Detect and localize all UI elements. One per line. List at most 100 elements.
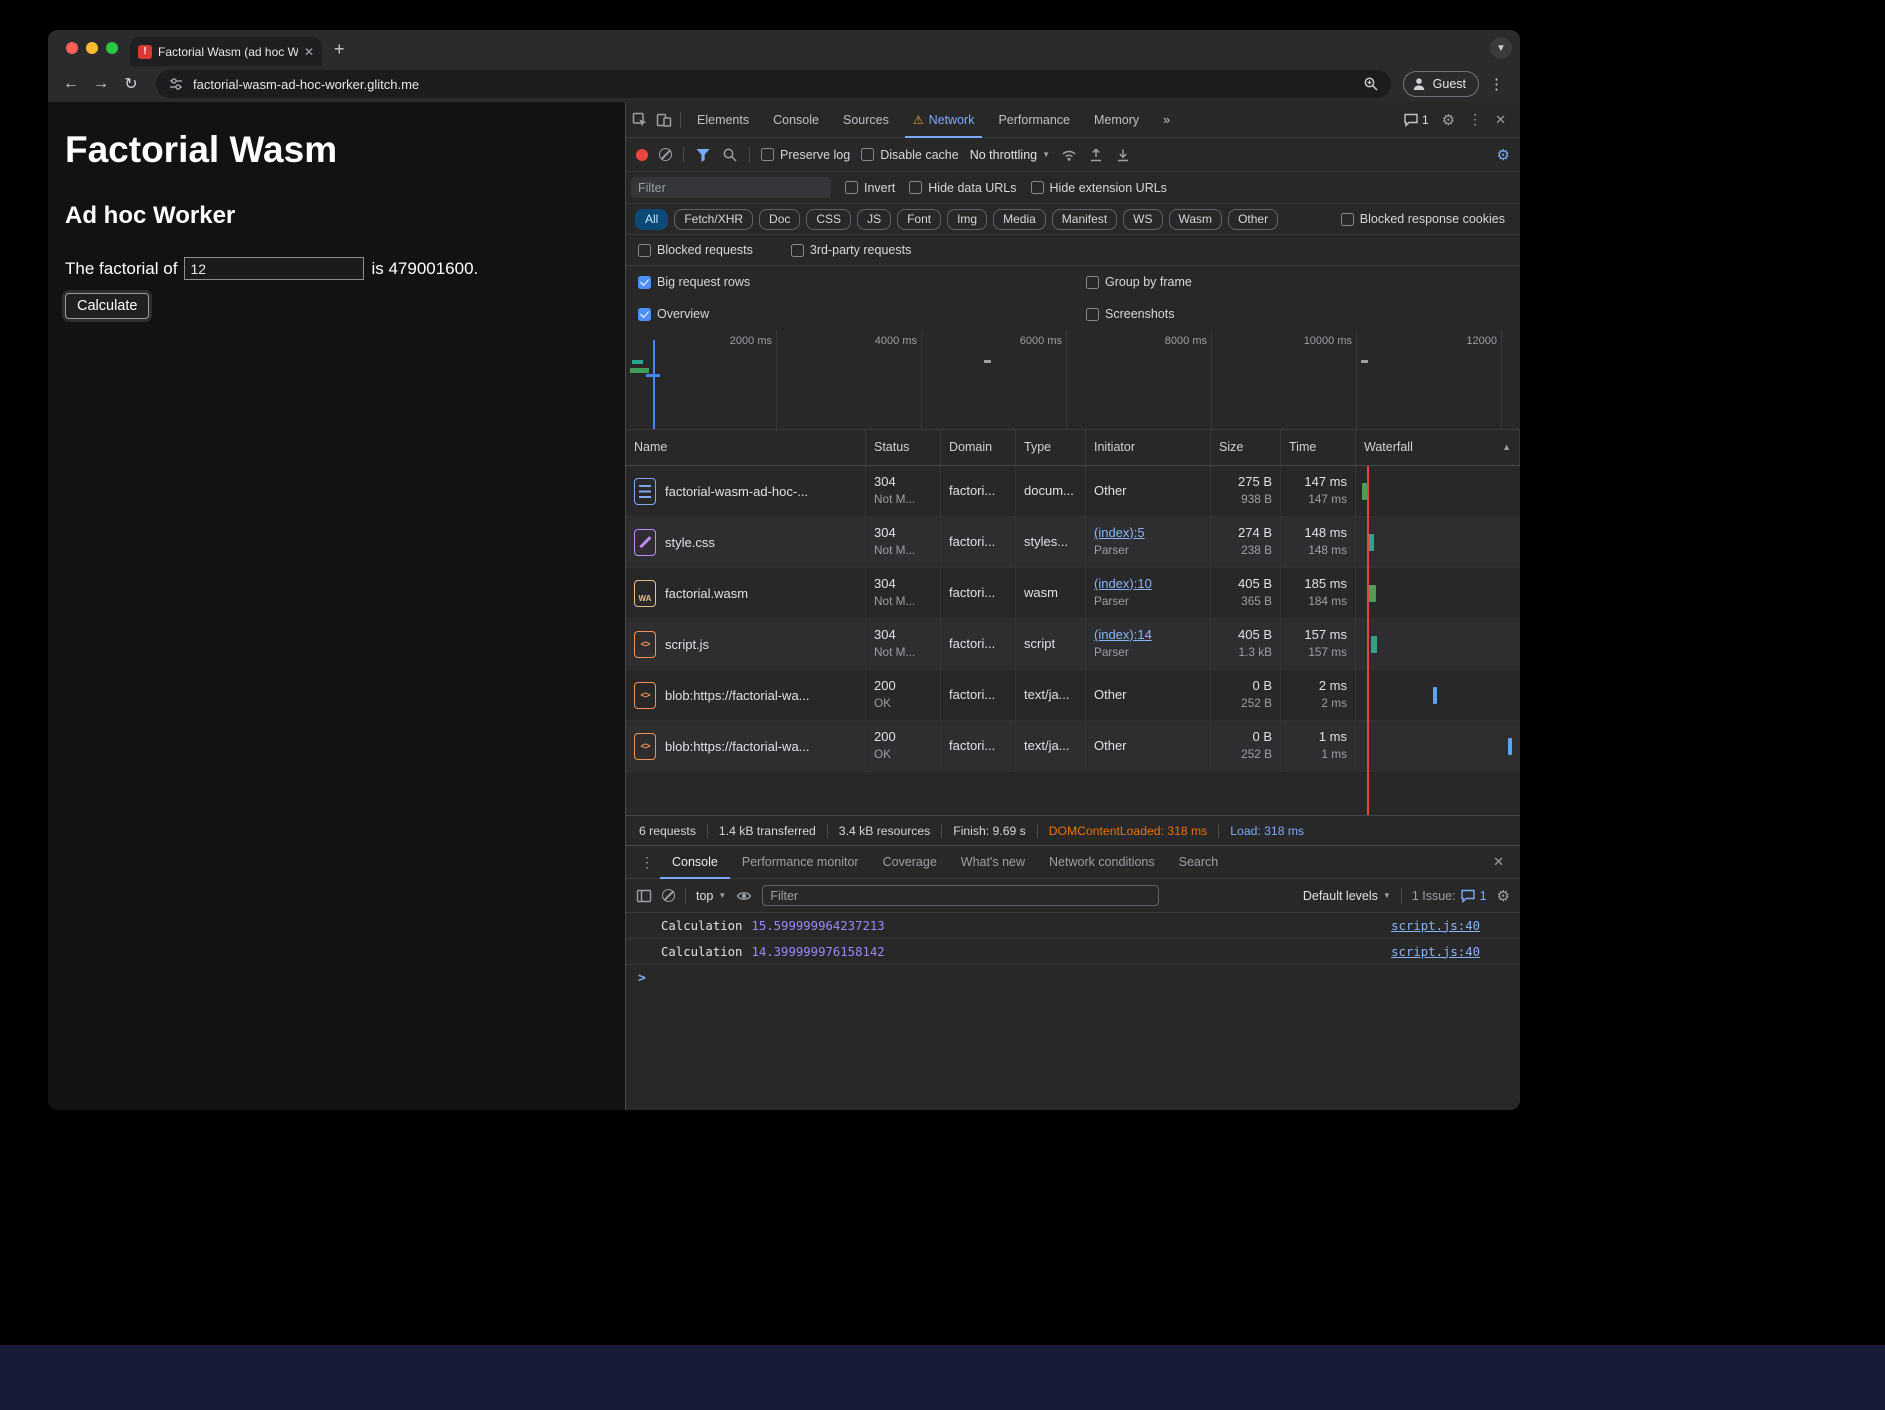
column-header-waterfall[interactable]: Waterfall ▲ — [1356, 430, 1520, 465]
factorial-input[interactable] — [184, 257, 364, 280]
device-toolbar-icon[interactable] — [656, 112, 672, 128]
network-overview-timeline[interactable]: 2000 ms 4000 ms 6000 ms 8000 ms 10000 ms… — [626, 330, 1520, 430]
network-filter-input[interactable] — [631, 177, 831, 198]
tab-memory[interactable]: Memory — [1086, 102, 1147, 138]
chip-manifest[interactable]: Manifest — [1052, 209, 1117, 230]
console-message[interactable]: Calculation 15.599999964237213 script.js… — [626, 913, 1520, 939]
group-by-frame-checkbox[interactable]: Group by frame — [1086, 275, 1192, 289]
zoom-window-button[interactable] — [106, 42, 118, 54]
message-source-link[interactable]: script.js:40 — [1391, 945, 1480, 959]
message-source-link[interactable]: script.js:40 — [1391, 919, 1480, 933]
column-header-domain[interactable]: Domain — [941, 430, 1016, 465]
back-button[interactable]: ← — [58, 71, 84, 97]
console-message[interactable]: Calculation 14.399999976158142 script.js… — [626, 939, 1520, 965]
hide-data-urls-checkbox[interactable]: Hide data URLs — [909, 181, 1016, 195]
initiator-link[interactable]: (index):10 — [1094, 576, 1202, 591]
third-party-requests-checkbox[interactable]: 3rd-party requests — [791, 243, 911, 257]
address-bar[interactable]: factorial-wasm-ad-hoc-worker.glitch.me — [156, 70, 1391, 98]
column-header-status[interactable]: Status — [866, 430, 941, 465]
tab-console[interactable]: Console — [765, 102, 827, 138]
calculate-button[interactable]: Calculate — [65, 293, 149, 319]
column-header-name[interactable]: Name — [626, 430, 866, 465]
network-conditions-icon[interactable] — [1061, 147, 1077, 163]
initiator-link[interactable]: (index):5 — [1094, 525, 1202, 540]
devtools-menu-icon[interactable]: ⋮ — [1468, 111, 1482, 128]
blocked-requests-checkbox[interactable]: Blocked requests — [638, 243, 753, 257]
initiator-link[interactable]: (index):14 — [1094, 627, 1202, 642]
invert-checkbox[interactable]: Invert — [845, 181, 895, 195]
clear-console-icon[interactable] — [662, 889, 675, 902]
chip-media[interactable]: Media — [993, 209, 1046, 230]
table-row[interactable]: <> script.js 304Not M... factori... scri… — [626, 619, 1520, 670]
close-drawer-icon[interactable]: ✕ — [1493, 854, 1512, 870]
new-tab-button[interactable]: + — [334, 39, 345, 60]
site-settings-icon[interactable] — [168, 76, 184, 92]
zoom-magnifier-icon[interactable] — [1363, 76, 1379, 92]
tab-search-chevron-icon[interactable]: ▼ — [1490, 37, 1512, 59]
table-row[interactable]: <> blob:https://factorial-wa... 200OK fa… — [626, 670, 1520, 721]
record-network-log-button[interactable] — [636, 149, 648, 161]
column-header-initiator[interactable]: Initiator — [1086, 430, 1211, 465]
chip-css[interactable]: CSS — [806, 209, 851, 230]
drawer-tab-console[interactable]: Console — [660, 845, 730, 879]
column-header-size[interactable]: Size — [1211, 430, 1281, 465]
browser-tab[interactable]: ! Factorial Wasm (ad hoc Worl ✕ — [130, 37, 322, 66]
chip-fetch-xhr[interactable]: Fetch/XHR — [674, 209, 753, 230]
drawer-tab-whats-new[interactable]: What's new — [949, 845, 1037, 879]
tab-sources[interactable]: Sources — [835, 102, 897, 138]
hide-extension-urls-checkbox[interactable]: Hide extension URLs — [1031, 181, 1167, 195]
close-devtools-icon[interactable]: ✕ — [1495, 112, 1506, 128]
minimize-window-button[interactable] — [86, 42, 98, 54]
preserve-log-checkbox[interactable]: Preserve log — [761, 148, 850, 162]
console-sidebar-icon[interactable] — [636, 888, 652, 904]
chip-wasm[interactable]: Wasm — [1169, 209, 1223, 230]
export-har-icon[interactable] — [1115, 147, 1131, 163]
table-row[interactable]: factorial-wasm-ad-hoc-... 304Not M... fa… — [626, 466, 1520, 517]
chip-all[interactable]: All — [635, 209, 668, 230]
execution-context-dropdown[interactable]: top ▼ — [696, 889, 726, 903]
drawer-menu-icon[interactable]: ⋮ — [634, 854, 660, 871]
clear-network-log-icon[interactable] — [659, 148, 672, 161]
import-har-icon[interactable] — [1088, 147, 1104, 163]
big-request-rows-checkbox[interactable]: Big request rows — [638, 275, 750, 289]
table-row[interactable]: <> blob:https://factorial-wa... 200OK fa… — [626, 721, 1520, 772]
close-window-button[interactable] — [66, 42, 78, 54]
eye-icon[interactable] — [736, 888, 752, 904]
chip-js[interactable]: JS — [857, 209, 891, 230]
overview-checkbox[interactable]: Overview — [638, 307, 709, 321]
issues-counter[interactable]: 1 Issue: 1 — [1412, 888, 1487, 904]
search-icon[interactable] — [722, 147, 738, 163]
forward-button[interactable]: → — [88, 71, 114, 97]
table-row[interactable]: style.css 304Not M... factori... styles.… — [626, 517, 1520, 568]
reload-button[interactable]: ↻ — [118, 71, 144, 97]
settings-gear-icon[interactable]: ⚙ — [1442, 111, 1455, 129]
chip-doc[interactable]: Doc — [759, 209, 800, 230]
log-levels-dropdown[interactable]: Default levels ▼ — [1303, 889, 1391, 903]
blocked-response-cookies-checkbox[interactable]: Blocked response cookies — [1341, 212, 1511, 226]
console-filter-input[interactable] — [762, 885, 1159, 906]
tab-performance[interactable]: Performance — [990, 102, 1078, 138]
filter-funnel-icon[interactable] — [695, 147, 711, 163]
drawer-tab-coverage[interactable]: Coverage — [871, 845, 949, 879]
console-settings-gear-icon[interactable]: ⚙ — [1497, 887, 1510, 905]
console-prompt[interactable]: > — [626, 965, 1520, 991]
disable-cache-checkbox[interactable]: Disable cache — [861, 148, 959, 162]
chip-other[interactable]: Other — [1228, 209, 1278, 230]
column-header-type[interactable]: Type — [1016, 430, 1086, 465]
table-row[interactable]: WA factorial.wasm 304Not M... factori...… — [626, 568, 1520, 619]
network-settings-gear-icon[interactable]: ⚙ — [1497, 146, 1510, 164]
drawer-tab-network-conditions[interactable]: Network conditions — [1037, 845, 1167, 879]
drawer-tab-search[interactable]: Search — [1167, 845, 1231, 879]
chip-img[interactable]: Img — [947, 209, 987, 230]
browser-menu-icon[interactable]: ⋮ — [1483, 75, 1510, 93]
tab-close-icon[interactable]: ✕ — [304, 45, 314, 59]
throttling-dropdown[interactable]: No throttling ▼ — [970, 148, 1050, 162]
inspect-element-icon[interactable] — [632, 112, 648, 128]
more-tabs-icon[interactable]: » — [1155, 102, 1178, 138]
tab-elements[interactable]: Elements — [689, 102, 757, 138]
drawer-tab-performance-monitor[interactable]: Performance monitor — [730, 845, 871, 879]
chip-ws[interactable]: WS — [1123, 209, 1162, 230]
tab-network[interactable]: ⚠ Network — [905, 102, 983, 138]
column-header-time[interactable]: Time — [1281, 430, 1356, 465]
issues-button[interactable]: 1 — [1403, 112, 1429, 128]
